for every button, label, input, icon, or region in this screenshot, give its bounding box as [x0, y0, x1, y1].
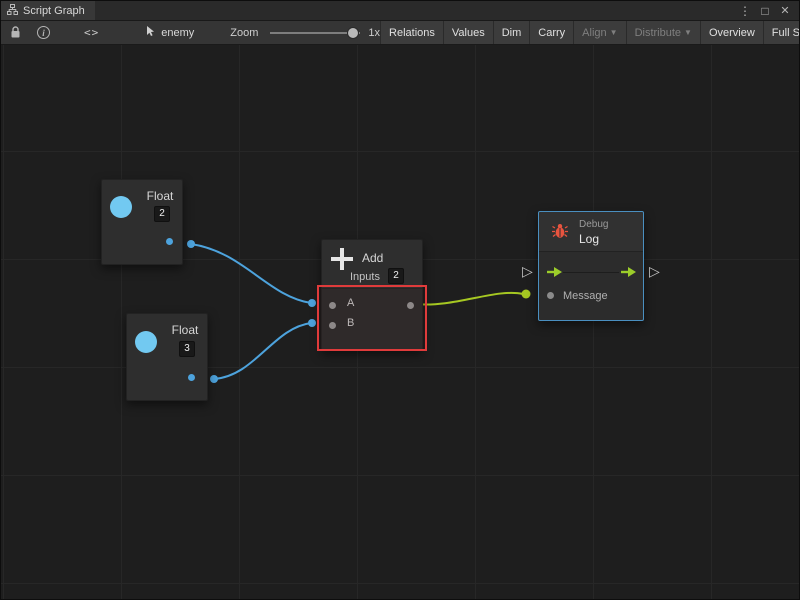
float-value-field[interactable]: 3 [179, 341, 195, 357]
log-node-header: Debug Log [539, 212, 643, 252]
float-output-port[interactable] [188, 374, 195, 381]
node-title: Float [138, 189, 182, 203]
wire-endpoint-float2[interactable] [210, 375, 218, 383]
wire-endpoint-log-message[interactable] [522, 290, 531, 299]
values-button[interactable]: Values [443, 21, 493, 44]
bug-icon [551, 222, 569, 243]
zoom-control: Zoom 1x [230, 27, 380, 39]
carry-button[interactable]: Carry [529, 21, 573, 44]
flow-entry-triangle[interactable]: ▷ [522, 264, 533, 278]
float-node-2[interactable]: Float 3 [126, 313, 208, 401]
graph-toolbar: i <> enemy Zoom 1x Relations Valu [1, 21, 799, 45]
chevron-down-icon: ▼ [610, 28, 618, 37]
flow-exit-triangle[interactable]: ▷ [649, 264, 660, 278]
inputs-count-field[interactable]: 2 [388, 268, 404, 284]
selection-highlight-box [317, 285, 427, 351]
node-category: Debug [579, 219, 608, 230]
float-value-field[interactable]: 2 [154, 206, 170, 222]
relations-button[interactable]: Relations [380, 21, 443, 44]
info-icon[interactable]: i [32, 23, 55, 43]
tab-title: Script Graph [23, 5, 85, 17]
wire-endpoint-float1[interactable] [187, 240, 195, 248]
node-title: Float [163, 323, 207, 337]
node-title: Add [362, 251, 383, 265]
graph-reference[interactable]: enemy [144, 25, 194, 40]
flow-output-port[interactable] [621, 266, 637, 278]
wire-endpoint-add-b[interactable] [308, 319, 316, 327]
align-dropdown[interactable]: Align ▼ [573, 21, 625, 44]
wire-endpoint-add-a[interactable] [308, 299, 316, 307]
zoom-label: Zoom [230, 27, 258, 39]
graph-name-label: enemy [161, 27, 194, 39]
window-controls: ⋮ □ ✕ [737, 1, 799, 20]
chevron-down-icon: ▼ [684, 28, 692, 37]
float-output-port[interactable] [166, 238, 173, 245]
debug-log-node[interactable]: Debug Log Message [538, 211, 644, 321]
wire-add-to-log-message [415, 293, 523, 305]
close-button[interactable]: ✕ [777, 2, 793, 20]
zoom-slider[interactable] [270, 27, 360, 39]
float-type-icon [110, 196, 132, 218]
float-type-icon [135, 331, 157, 353]
add-icon [331, 248, 353, 270]
script-graph-window: Script Graph ⋮ □ ✕ i <> enemy [0, 0, 800, 600]
zoom-slider-handle[interactable] [348, 28, 358, 38]
overview-button[interactable]: Overview [700, 21, 763, 44]
window-menu-button[interactable]: ⋮ [737, 2, 753, 20]
flow-connector-line [563, 272, 619, 273]
wire-float1-to-add-a [191, 244, 311, 303]
maximize-button[interactable]: □ [757, 2, 773, 20]
distribute-dropdown[interactable]: Distribute ▼ [626, 21, 700, 44]
tab-script-graph[interactable]: Script Graph [1, 1, 95, 20]
pointer-icon [144, 25, 156, 40]
graph-tab-icon [7, 4, 18, 18]
lock-icon[interactable] [5, 23, 26, 43]
fullscreen-button[interactable]: Full Screen [763, 21, 800, 44]
flow-input-port[interactable] [547, 266, 563, 278]
inputs-label: Inputs [350, 271, 380, 283]
toolbar-buttons: Relations Values Dim Carry Align ▼ Distr… [380, 21, 800, 44]
zoom-slider-track[interactable] [270, 32, 360, 34]
float-node-1[interactable]: Float 2 [101, 179, 183, 265]
message-label: Message [563, 290, 608, 302]
zoom-value: 1x [368, 27, 380, 39]
wire-float2-to-add-b [214, 323, 311, 379]
node-title: Log [579, 232, 599, 246]
code-icon[interactable]: <> [79, 23, 104, 43]
graph-canvas[interactable]: Float 2 Float 3 Add Inputs 2 A B [1, 45, 800, 600]
dim-button[interactable]: Dim [493, 21, 530, 44]
titlebar: Script Graph ⋮ □ ✕ [1, 1, 799, 21]
message-input-port[interactable] [547, 292, 554, 299]
